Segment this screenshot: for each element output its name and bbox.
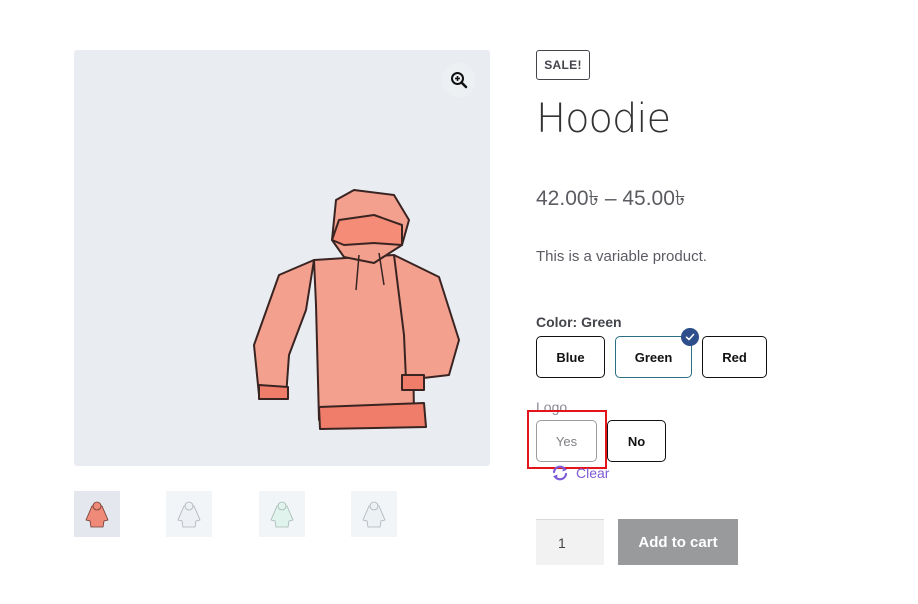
- hoodie-thumbnail-icon: [177, 501, 201, 528]
- hoodie-thumbnail-icon: [270, 501, 294, 528]
- thumbnail-1[interactable]: [74, 491, 120, 537]
- thumbnail-3[interactable]: [259, 491, 305, 537]
- refresh-icon: [552, 465, 568, 481]
- sale-badge: SALE!: [536, 50, 590, 80]
- color-option-red[interactable]: Red: [702, 336, 767, 378]
- color-option-green[interactable]: Green: [615, 328, 699, 378]
- hoodie-thumbnail-icon: [362, 501, 386, 528]
- color-option-blue[interactable]: Blue: [536, 336, 605, 378]
- hoodie-image: [253, 189, 460, 430]
- swatch-label: Blue: [556, 349, 585, 365]
- thumbnail-4[interactable]: [351, 491, 397, 537]
- product-title: Hoodie: [536, 96, 671, 142]
- selected-check-icon: [681, 328, 699, 346]
- quantity-input[interactable]: 1: [536, 519, 604, 565]
- clear-label: Clear: [576, 465, 610, 481]
- logo-option-no[interactable]: No: [607, 420, 666, 462]
- color-attribute-label: Color: Green: [536, 314, 622, 330]
- clear-selection-link[interactable]: Clear: [551, 465, 609, 481]
- thumbnail-2[interactable]: [166, 491, 212, 537]
- hoodie-thumbnail-icon: [85, 501, 109, 528]
- zoom-in-icon: [451, 72, 468, 89]
- highlight-box: [527, 410, 607, 469]
- product-main-image[interactable]: [74, 50, 490, 466]
- swatch-label: Red: [722, 349, 747, 365]
- add-to-cart-button[interactable]: Add to cart: [618, 519, 738, 565]
- product-price: 42.00৳ – 45.00৳: [536, 187, 686, 210]
- zoom-button[interactable]: [442, 63, 476, 97]
- swatch-label: Green: [634, 349, 673, 365]
- product-description: This is a variable product.: [536, 248, 707, 265]
- swatch-label: No: [627, 433, 646, 449]
